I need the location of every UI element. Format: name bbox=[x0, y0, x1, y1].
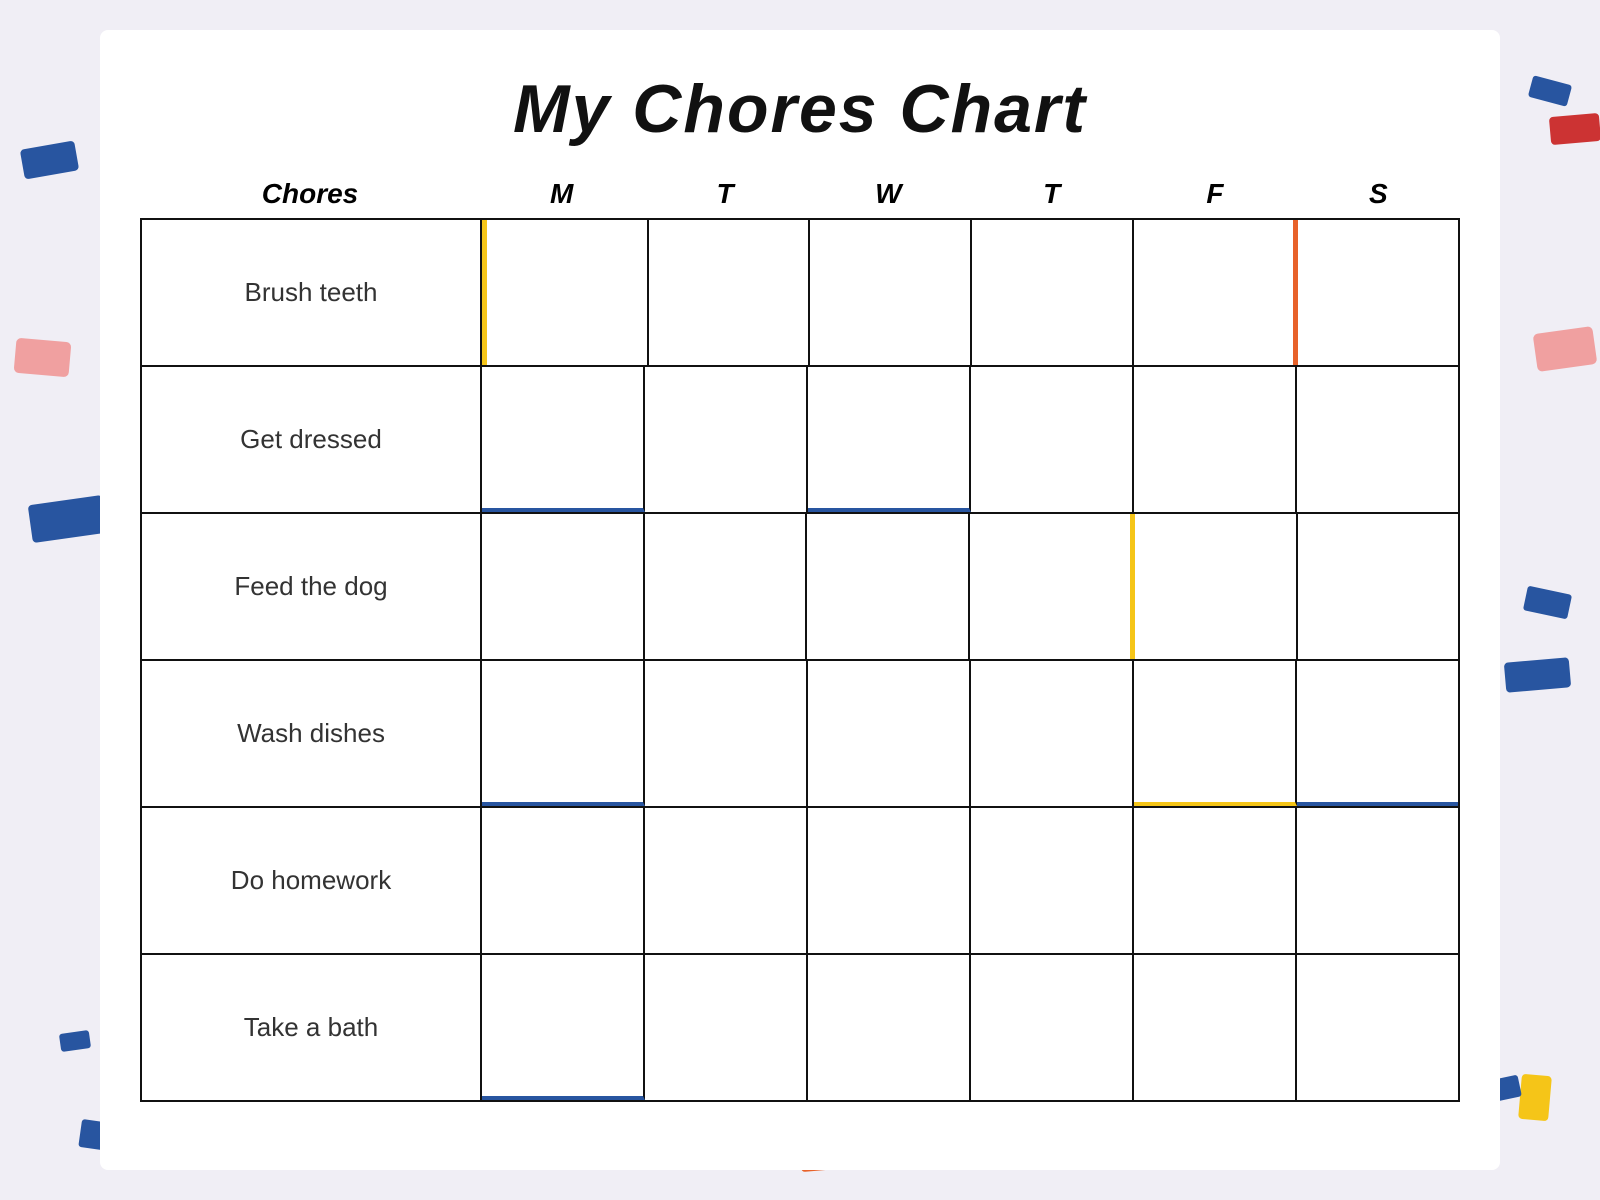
table-header: Chores M T W T F S bbox=[140, 178, 1460, 218]
cell-wash-dishes-m[interactable] bbox=[482, 661, 645, 806]
decoration-blue-lower-right bbox=[1504, 657, 1571, 693]
chore-row-get-dressed: Get dressed bbox=[140, 365, 1460, 512]
chore-row-feed-dog: Feed the dog bbox=[140, 512, 1460, 659]
decoration-blue-mid-right bbox=[1523, 586, 1572, 620]
chores-column-header: Chores bbox=[140, 178, 480, 210]
cell-wash-dishes-th[interactable] bbox=[971, 661, 1134, 806]
cell-wash-dishes-t[interactable] bbox=[645, 661, 808, 806]
decoration-red-top-right bbox=[1549, 113, 1600, 145]
cell-take-bath-w[interactable] bbox=[808, 955, 971, 1100]
day-header-s: S bbox=[1297, 178, 1460, 210]
cell-brush-teeth-t[interactable] bbox=[649, 220, 811, 365]
cell-feed-dog-f[interactable] bbox=[1135, 514, 1298, 659]
title-area: My Chores Chart bbox=[140, 50, 1460, 178]
day-header-f: F bbox=[1133, 178, 1296, 210]
day-cells-take-bath bbox=[482, 955, 1458, 1100]
cell-take-bath-t[interactable] bbox=[645, 955, 808, 1100]
cell-get-dressed-th[interactable] bbox=[971, 367, 1134, 512]
decoration-blue-lower-left bbox=[59, 1030, 91, 1052]
cell-wash-dishes-f[interactable] bbox=[1134, 661, 1297, 806]
chore-name-brush-teeth: Brush teeth bbox=[142, 220, 482, 365]
day-header-t1: T bbox=[643, 178, 806, 210]
cell-get-dressed-s[interactable] bbox=[1297, 367, 1458, 512]
cell-feed-dog-w[interactable] bbox=[807, 514, 970, 659]
day-cells-wash-dishes bbox=[482, 661, 1458, 806]
cell-take-bath-m[interactable] bbox=[482, 955, 645, 1100]
decoration-blue-mid-left bbox=[28, 495, 108, 543]
cell-do-homework-s[interactable] bbox=[1297, 808, 1458, 953]
cell-brush-teeth-s[interactable] bbox=[1298, 220, 1458, 365]
decoration-blue-top-right bbox=[1528, 75, 1572, 107]
chore-name-do-homework: Do homework bbox=[142, 808, 482, 953]
cell-brush-teeth-th[interactable] bbox=[972, 220, 1134, 365]
page-content: My Chores Chart Chores M T W T F S Brush… bbox=[100, 30, 1500, 1170]
cell-feed-dog-t[interactable] bbox=[645, 514, 808, 659]
day-cells-do-homework bbox=[482, 808, 1458, 953]
day-header-t2: T bbox=[970, 178, 1133, 210]
chore-row-take-bath: Take a bath bbox=[140, 953, 1460, 1102]
days-header: M T W T F S bbox=[480, 178, 1460, 210]
day-header-m: M bbox=[480, 178, 643, 210]
cell-brush-teeth-m[interactable] bbox=[482, 220, 649, 365]
day-header-w: W bbox=[807, 178, 970, 210]
cell-do-homework-t[interactable] bbox=[645, 808, 808, 953]
cell-do-homework-th[interactable] bbox=[971, 808, 1134, 953]
chore-name-wash-dishes: Wash dishes bbox=[142, 661, 482, 806]
cell-wash-dishes-s[interactable] bbox=[1297, 661, 1458, 806]
chore-name-get-dressed: Get dressed bbox=[142, 367, 482, 512]
day-cells-get-dressed bbox=[482, 367, 1458, 512]
cell-get-dressed-m[interactable] bbox=[482, 367, 645, 512]
cell-take-bath-f[interactable] bbox=[1134, 955, 1297, 1100]
cell-brush-teeth-w[interactable] bbox=[810, 220, 972, 365]
cell-feed-dog-s[interactable] bbox=[1298, 514, 1459, 659]
chore-row-do-homework: Do homework bbox=[140, 806, 1460, 953]
cell-take-bath-th[interactable] bbox=[971, 955, 1134, 1100]
day-cells-brush-teeth bbox=[482, 220, 1458, 365]
day-cells-feed-dog bbox=[482, 514, 1458, 659]
chore-name-take-bath: Take a bath bbox=[142, 955, 482, 1100]
cell-feed-dog-th[interactable] bbox=[970, 514, 1136, 659]
cell-feed-dog-m[interactable] bbox=[482, 514, 645, 659]
decoration-blue-top-left bbox=[20, 140, 79, 179]
cell-do-homework-m[interactable] bbox=[482, 808, 645, 953]
cell-take-bath-s[interactable] bbox=[1297, 955, 1458, 1100]
decoration-pink-right bbox=[1533, 326, 1598, 372]
cell-wash-dishes-w[interactable] bbox=[808, 661, 971, 806]
decoration-pink-left bbox=[14, 338, 72, 378]
cell-get-dressed-f[interactable] bbox=[1134, 367, 1297, 512]
cell-do-homework-f[interactable] bbox=[1134, 808, 1297, 953]
cell-brush-teeth-f[interactable] bbox=[1134, 220, 1299, 365]
chore-name-feed-dog: Feed the dog bbox=[142, 514, 482, 659]
chore-row-brush-teeth: Brush teeth bbox=[140, 218, 1460, 365]
cell-get-dressed-w[interactable] bbox=[808, 367, 971, 512]
cell-do-homework-w[interactable] bbox=[808, 808, 971, 953]
chore-row-wash-dishes: Wash dishes bbox=[140, 659, 1460, 806]
decoration-yellow-lower-right bbox=[1518, 1074, 1552, 1121]
chart-title: My Chores Chart bbox=[140, 70, 1460, 148]
cell-get-dressed-t[interactable] bbox=[645, 367, 808, 512]
